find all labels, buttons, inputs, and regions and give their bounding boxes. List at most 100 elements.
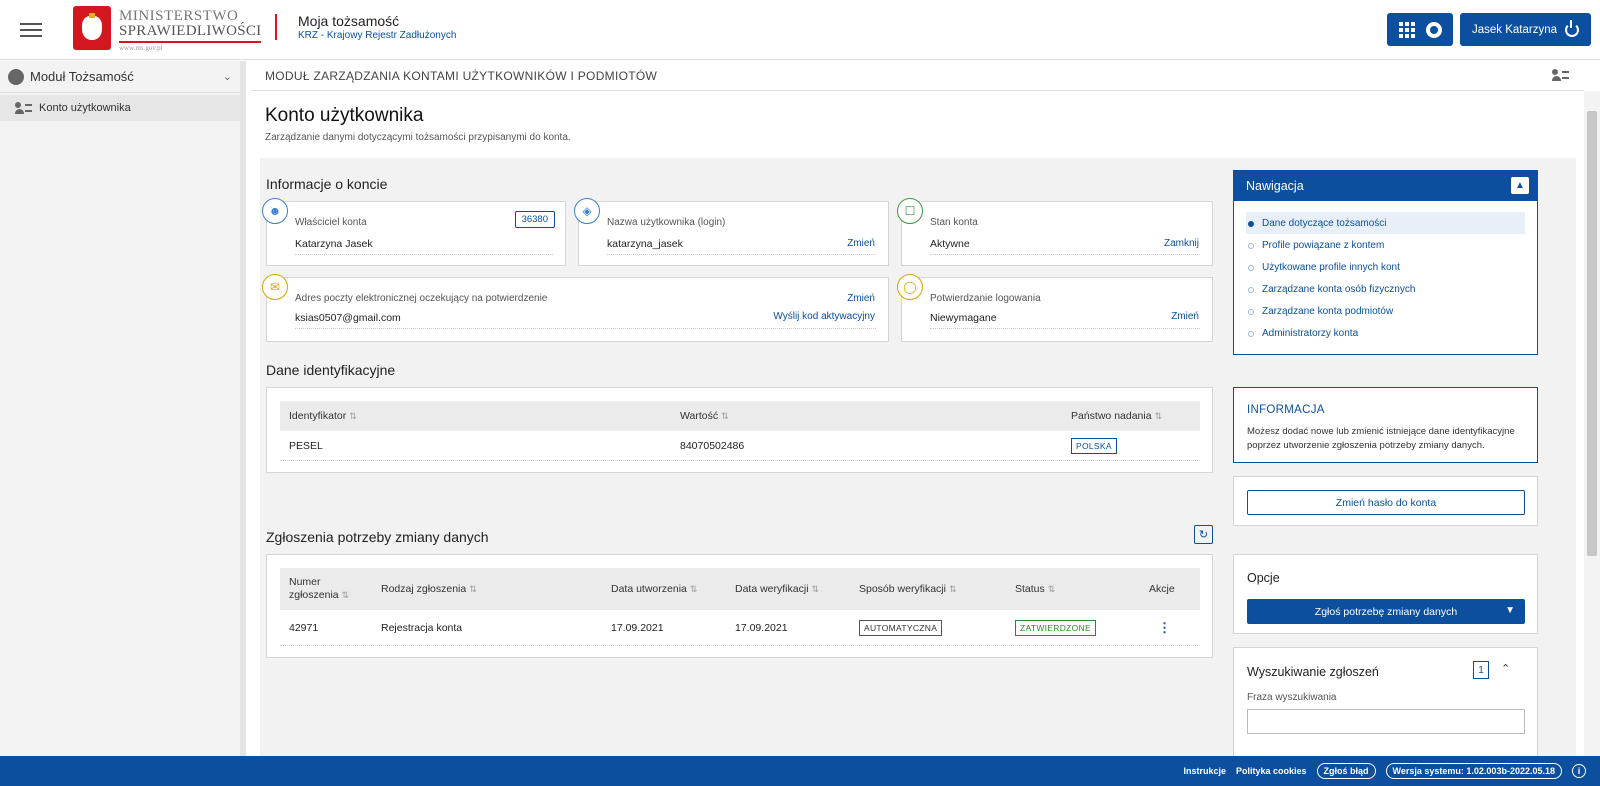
card-email: ✉ Adres poczty elektronicznej oczekujący… [262,274,889,342]
person-icon: ☻ [262,198,288,224]
owner-id-badge: 36380 [514,211,555,228]
sidebar-item-konto-uzytkownika[interactable]: Konto użytkownika [0,95,240,121]
nav-item-managed-persons[interactable]: Zarządzane konta osób fizycznych [1246,278,1525,300]
country-badge: POLSKA [1071,437,1117,454]
sidebar: Moduł Tożsamość ⌄ Konto użytkownika [0,61,246,756]
navigation-header: Nawigacja ▲ [1234,171,1537,201]
column-header[interactable]: Data utworzenia ⇅ [602,583,726,595]
column-header-actions: Akcje [1149,583,1175,595]
options-panel: Opcje Zgłoś potrzebę zmiany danych ▼ [1233,554,1538,634]
change-password-button[interactable]: Zmień hasło do konta [1247,490,1525,515]
column-header[interactable]: Numer zgłoszenia ⇅ [280,576,372,602]
column-header[interactable]: Status ⇅ [1006,583,1140,595]
scrollbar-thumb[interactable] [1587,111,1597,556]
footer-instructions-link[interactable]: Instrukcje [1183,766,1226,776]
search-input[interactable] [1247,709,1525,734]
tag-icon: ◈ [574,198,600,224]
report-change-request-button[interactable]: Zgłoś potrzebę zmiany danych ▼ [1247,599,1525,624]
row-actions-menu-icon[interactable]: ⋮ [1140,620,1200,636]
content-area: Informacje o koncie ☻ Właściciel konta 3… [260,158,1576,756]
change-email-link[interactable]: Zmień [847,293,875,304]
envelope-icon: ✉ [262,274,288,300]
card-account-state: ☐ Stan konta Aktywne Zamknij [897,198,1213,266]
person-list-icon[interactable] [1552,69,1570,81]
sort-icon: ⇅ [721,411,729,421]
gear-icon[interactable] [1425,21,1442,38]
request-type-cell: Rejestracja konta [381,621,463,634]
nav-item-managed-entities[interactable]: Zarządzane konta podmiotów [1246,300,1525,322]
footer-report-bug-button[interactable]: Zgłoś błąd [1316,763,1376,779]
sidebar-module-header[interactable]: Moduł Tożsamość ⌄ [0,61,240,93]
refresh-icon[interactable]: ↻ [1194,525,1213,544]
search-title: Wyszukiwanie zgłoszeń [1247,665,1379,679]
footer: Instrukcje Polityka cookies Zgłoś błąd W… [0,756,1600,786]
column-header[interactable]: Wartość ⇅ [671,410,1062,422]
login-confirm-value: Niewymagane [930,312,997,324]
change-login-link[interactable]: Zmień [847,238,875,249]
search-panel: Wyszukiwanie zgłoszeń 1 ⌃ Fraza wyszukiw… [1233,647,1538,756]
chevron-down-icon: ▼ [1505,605,1515,616]
nav-item-used-profiles[interactable]: Użytkowane profile innych kont [1246,256,1525,278]
info-text: Możesz dodać nowe lub zmienić istniejące… [1247,426,1515,451]
section-title-identification: Dane identyfikacyjne [266,362,396,378]
sort-icon: ⇅ [811,584,820,594]
state-label: Stan konta [930,217,978,228]
login-confirm-label: Potwierdzanie logowania [930,293,1041,304]
scrollbar[interactable] [1584,91,1600,756]
status-badge: ZATWIERDZONE [1015,619,1096,636]
column-header[interactable]: Rodzaj zgłoszenia ⇅ [372,583,602,595]
sort-icon: ⇅ [341,590,350,600]
owner-value: Katarzyna Jasek [295,238,373,250]
table-row: PESEL 84070502486 POLSKA [280,431,1200,461]
requests-table: Numer zgłoszenia ⇅ Rodzaj zgłoszenia ⇅ Dat… [280,568,1200,646]
verified-date-cell: 17.09.2021 [735,621,788,634]
hamburger-menu-icon[interactable] [10,10,52,50]
sort-icon: ⇅ [689,584,698,594]
send-activation-code-link[interactable]: Wyślij kod aktywacyjny [773,311,875,322]
owner-label: Właściciel konta [295,217,367,228]
page-title: Konto użytkownika [265,105,424,126]
card-login: ◈ Nazwa użytkownika (login) katarzyna_ja… [574,198,889,266]
navigation-title: Nawigacja [1246,179,1304,193]
main-content: MODUŁ ZARZĄDZANIA KONTAMI UŻYTKOWNIKÓW I… [252,61,1584,756]
verification-method-badge: AUTOMATYCZNA [859,619,943,636]
app-title: Moja tożsamość [298,13,400,29]
column-header[interactable]: Sposób weryfikacji ⇅ [850,583,1006,595]
unlock-icon: ☐ [897,198,923,224]
identifier-cell: PESEL [289,439,323,452]
logo-line2: SPRAWIEDLIWOŚCI [119,23,262,43]
close-account-link[interactable]: Zamknij [1164,238,1199,249]
report-change-request-label: Zgłoś potrzebę zmiany danych [1314,605,1458,618]
ministry-logo[interactable]: MINISTERSTWO SPRAWIEDLIWOŚCI www.ms.gov.… [73,6,262,56]
apps-grid-icon[interactable] [1398,21,1415,38]
section-title-requests: Zgłoszenia potrzeby zmiany danych [266,529,489,545]
info-icon[interactable]: i [1572,764,1586,778]
nav-item-administrators[interactable]: Administratorzy konta [1246,322,1525,344]
sort-icon: ⇅ [1047,584,1056,594]
login-label: Nazwa użytkownika (login) [607,217,726,228]
email-value: ksias0507@gmail.com [295,312,401,324]
navigation-list: Dane dotyczące tożsamości Profile powiąz… [1234,201,1537,344]
column-header[interactable]: Państwo nadania ⇅ [1062,410,1200,422]
user-logout-button[interactable]: Jasek Katarzyna [1460,13,1591,46]
email-label: Adres poczty elektronicznej oczekujący n… [295,293,548,304]
chevron-up-icon[interactable]: ⌃ [1501,662,1510,675]
column-header[interactable]: Data weryfikacji ⇅ [726,583,850,595]
page-subtitle: Zarządzanie danymi dotyczącymi tożsamośc… [265,132,571,143]
change-login-confirm-link[interactable]: Zmień [1171,311,1199,322]
info-title: INFORMACJA [1247,404,1325,416]
user-circle-icon [8,68,24,85]
power-icon [1565,19,1579,37]
request-number-cell: 42971 [289,621,319,634]
nav-item-linked-profiles[interactable]: Profile powiązane z kontem [1246,234,1525,256]
search-count-badge: 1 [1473,661,1489,679]
person-list-icon [15,102,33,114]
info-panel: INFORMACJA Możesz dodać nowe lub zmienić… [1233,387,1538,463]
nav-item-identity-data[interactable]: Dane dotyczące tożsamości [1246,212,1525,234]
footer-cookies-link[interactable]: Polityka cookies [1236,766,1307,776]
navigation-panel: Nawigacja ▲ Dane dotyczące tożsamości Pr… [1233,170,1538,355]
module-header: MODUŁ ZARZĄDZANIA KONTAMI UŻYTKOWNIKÓW I… [252,61,1584,91]
card-login-confirmation: ◯ Potwierdzanie logowania Niewymagane Zm… [897,274,1213,342]
column-header[interactable]: Identyfikator ⇅ [280,410,671,422]
chevron-up-icon[interactable]: ▲ [1511,177,1529,194]
